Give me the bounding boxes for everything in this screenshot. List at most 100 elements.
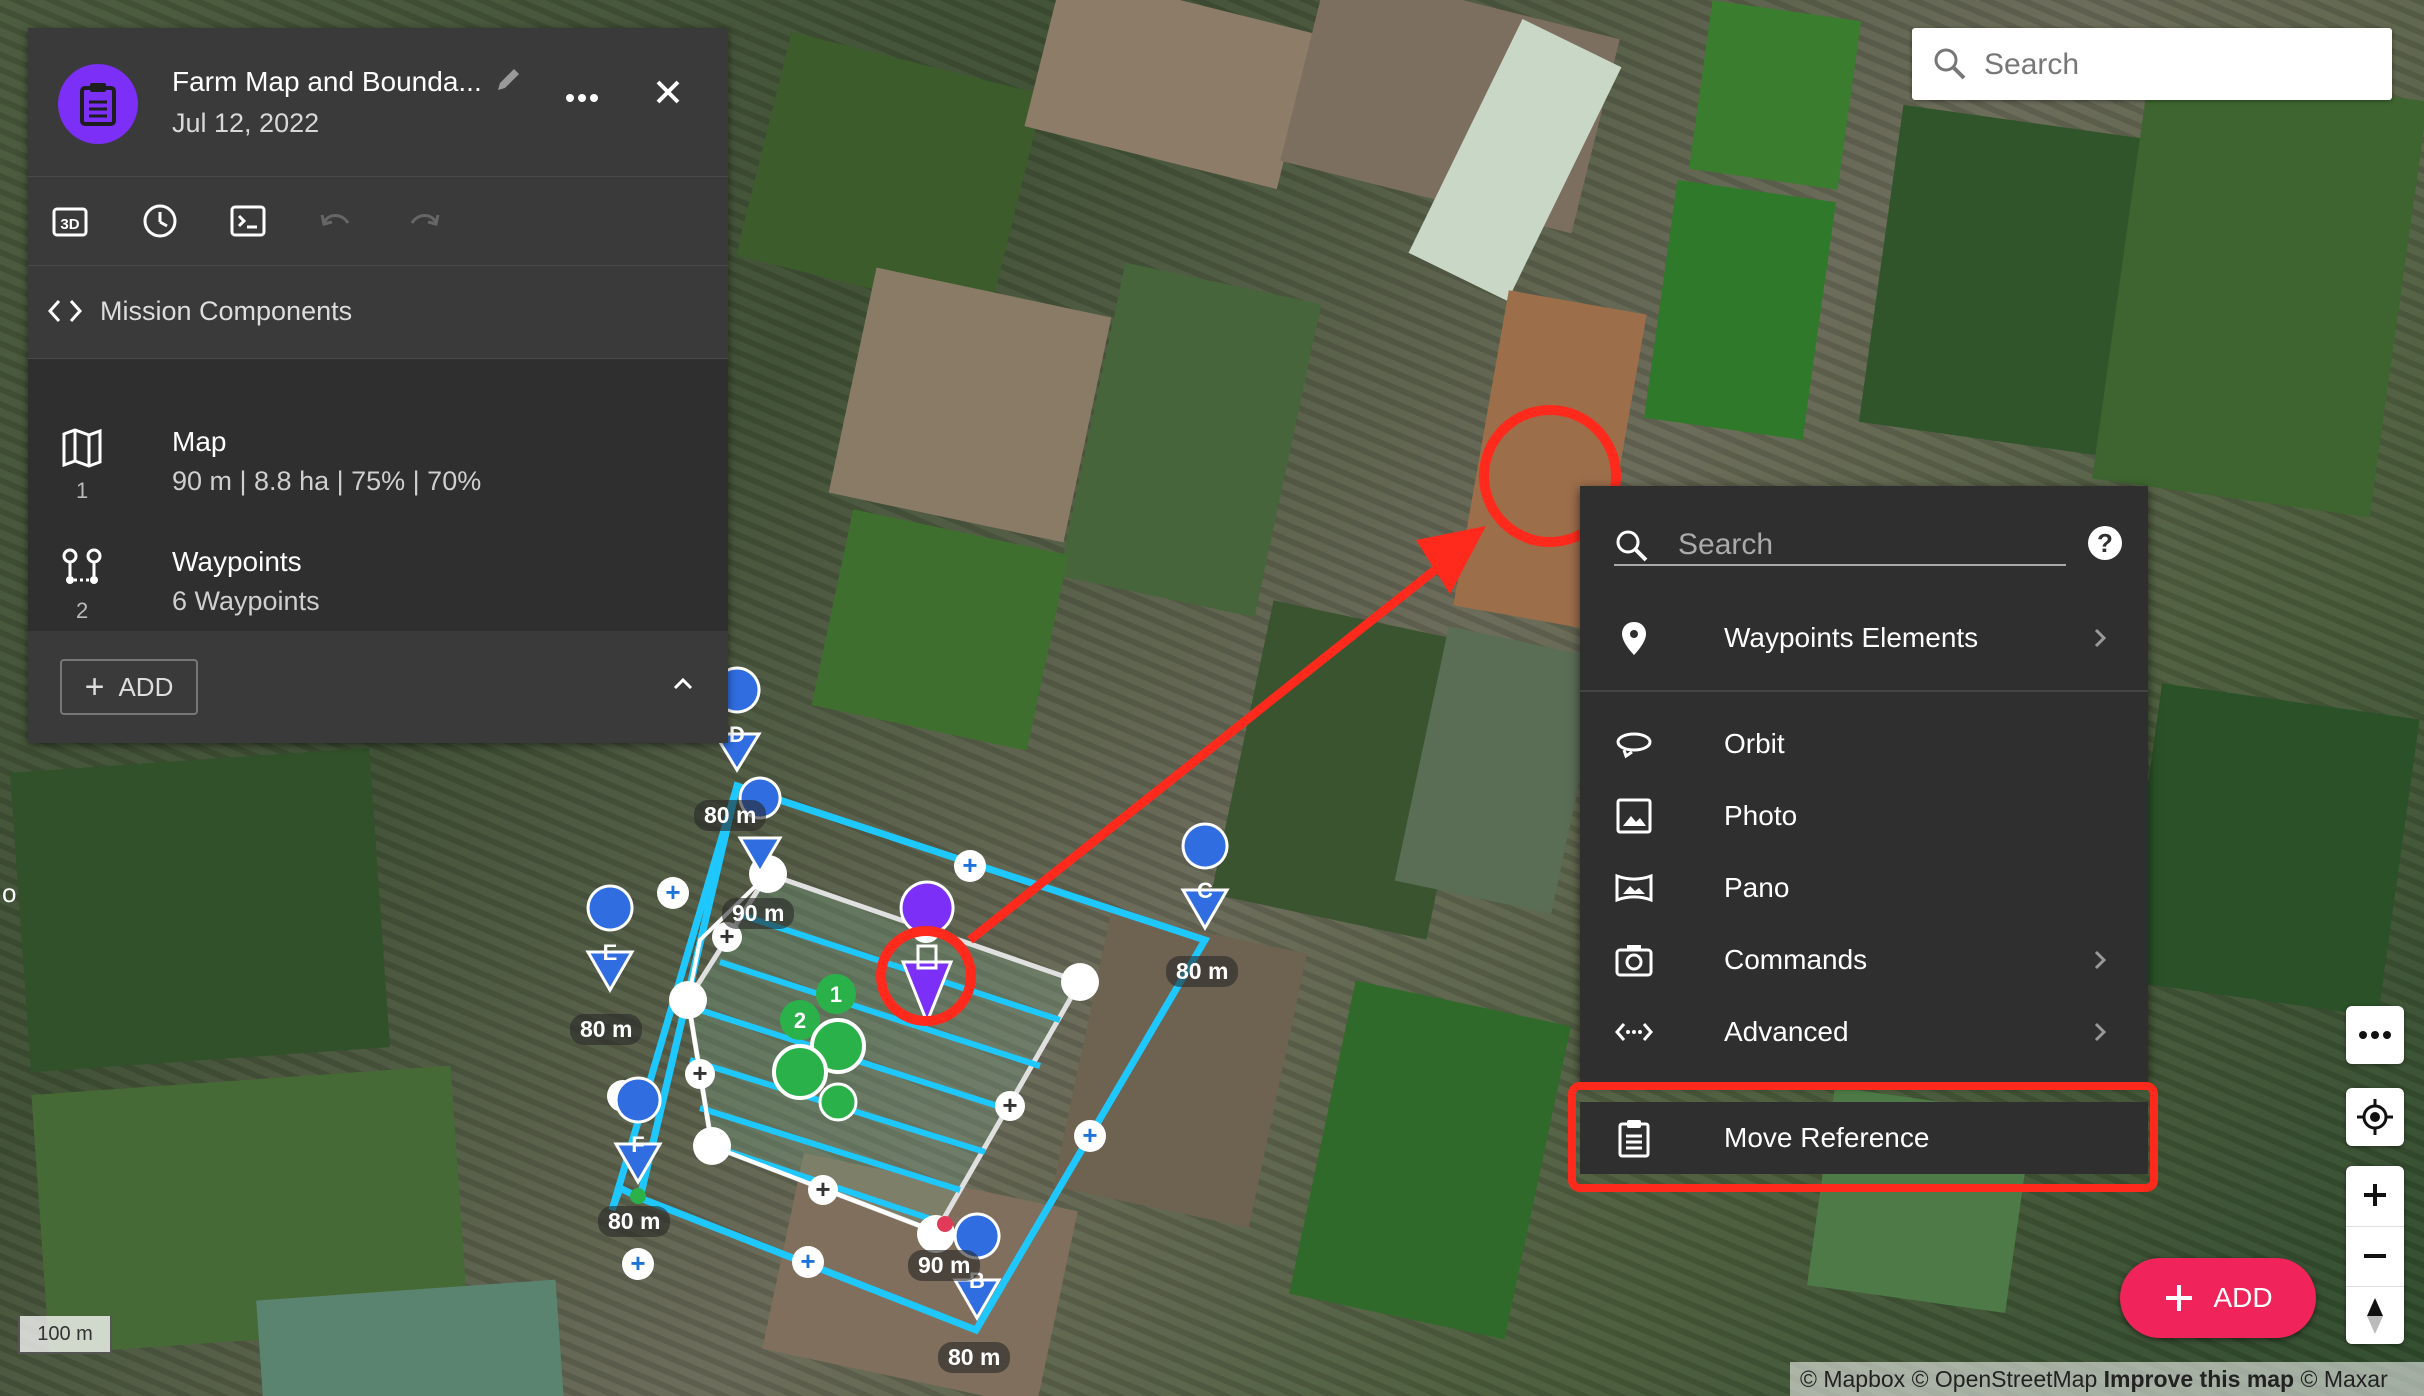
advanced-icon bbox=[1615, 1023, 1653, 1041]
distance-label-c: 80 m bbox=[1166, 956, 1239, 987]
mission-avatar bbox=[58, 64, 138, 144]
attribution-mapbox[interactable]: © Mapbox bbox=[1800, 1366, 1905, 1392]
svg-text:+: + bbox=[815, 1174, 830, 1204]
locate-button[interactable] bbox=[2346, 1088, 2404, 1146]
svg-text:1: 1 bbox=[830, 982, 842, 1007]
chevron-right-icon bbox=[2094, 950, 2107, 970]
pin-icon bbox=[1622, 622, 1646, 655]
mission-toolbar: 3D bbox=[28, 177, 728, 266]
attribution-maxar[interactable]: © Maxar bbox=[2301, 1366, 2388, 1392]
svg-text:+: + bbox=[1082, 1120, 1097, 1150]
svg-text:+: + bbox=[630, 1248, 645, 1278]
plus-icon bbox=[2364, 1184, 2386, 1206]
chevron-right-icon bbox=[2094, 628, 2107, 648]
add-component-label: ADD bbox=[118, 671, 174, 702]
menu-item-label: Commands bbox=[1724, 944, 1868, 975]
component-name: Waypoints bbox=[172, 546, 302, 577]
component-detail: 6 Waypoints bbox=[172, 586, 320, 616]
mission-components-label: Mission Components bbox=[100, 296, 353, 326]
more-options-icon bbox=[2359, 1031, 2391, 1039]
plus-icon bbox=[2166, 1285, 2193, 1311]
add-component-button[interactable]: + ADD bbox=[60, 659, 198, 715]
redo-icon[interactable] bbox=[404, 201, 444, 241]
menu-search-input[interactable]: Search bbox=[1614, 524, 2066, 566]
attribution-improve[interactable]: Improve this map bbox=[2104, 1366, 2294, 1392]
component-detail: 90 m | 8.8 ha | 75% | 70% bbox=[172, 466, 482, 496]
svg-text:+: + bbox=[962, 850, 977, 880]
waypoint-letter-d: D bbox=[729, 722, 745, 747]
menu-item-orbit[interactable]: Orbit bbox=[1580, 708, 2148, 780]
component-index: 2 bbox=[76, 598, 89, 623]
clipboard-icon bbox=[80, 83, 116, 126]
waypoint-letter-c: C bbox=[1197, 878, 1213, 903]
menu-item-waypoints-elements[interactable]: Waypoints Elements bbox=[1580, 602, 2148, 674]
chevron-up-icon[interactable] bbox=[668, 669, 698, 699]
svg-text:+: + bbox=[665, 877, 680, 907]
menu-item-label: Orbit bbox=[1724, 728, 1785, 759]
menu-item-pano[interactable]: Pano bbox=[1580, 852, 2148, 924]
waypoints-icon bbox=[62, 548, 102, 584]
menu-item-label: Pano bbox=[1724, 872, 1790, 903]
map-attribution: © Mapbox © OpenStreetMap Improve this ma… bbox=[1790, 1362, 2424, 1396]
menu-item-label: Waypoints Elements bbox=[1724, 622, 1979, 653]
close-icon[interactable] bbox=[650, 74, 686, 110]
zoom-in-button[interactable] bbox=[2346, 1166, 2404, 1224]
menu-item-label: Photo bbox=[1724, 800, 1798, 831]
add-element-menu: Search ? Waypoints Elements Orbit Photo … bbox=[1580, 486, 2148, 1082]
mission-components-header[interactable]: Mission Components bbox=[28, 266, 728, 359]
search-icon bbox=[1934, 48, 1966, 80]
distance-label-inner-bottom: 90 m bbox=[908, 1250, 981, 1281]
zoom-controls bbox=[2346, 1166, 2404, 1344]
menu-item-commands[interactable]: Commands bbox=[1580, 924, 2148, 996]
mission-date: Jul 12, 2022 bbox=[172, 108, 320, 138]
locate-icon bbox=[2357, 1099, 2393, 1135]
mission-footer: + ADD bbox=[28, 631, 728, 743]
help-icon[interactable]: ? bbox=[2088, 526, 2122, 560]
svg-text:3D: 3D bbox=[60, 216, 79, 233]
distance-label-f: 80 m bbox=[598, 1206, 671, 1237]
compass-icon bbox=[2367, 1298, 2383, 1334]
menu-item-label: Advanced bbox=[1724, 1016, 1849, 1047]
terminal-icon[interactable] bbox=[228, 201, 268, 241]
component-index: 1 bbox=[76, 478, 89, 503]
svg-text:2: 2 bbox=[794, 1008, 806, 1033]
more-options-icon[interactable] bbox=[564, 86, 600, 110]
photo-icon bbox=[1616, 798, 1652, 834]
distance-label-d: 80 m bbox=[694, 800, 767, 831]
distance-label-e: 80 m bbox=[570, 1014, 643, 1045]
map-search-placeholder: Search bbox=[1984, 48, 2080, 81]
component-name: Map bbox=[172, 426, 227, 457]
component-waypoints[interactable]: 2 Waypoints 6 Waypoints bbox=[28, 506, 728, 626]
menu-item-photo[interactable]: Photo bbox=[1580, 780, 2148, 852]
add-fab-button[interactable]: ADD bbox=[2120, 1258, 2316, 1338]
svg-text:+: + bbox=[800, 1246, 815, 1276]
edit-pencil-icon[interactable] bbox=[494, 64, 524, 94]
distance-label-inner-top: 90 m bbox=[722, 898, 795, 929]
orbit-icon bbox=[1616, 732, 1652, 759]
svg-text:+: + bbox=[692, 1058, 707, 1088]
zoom-out-button[interactable] bbox=[2346, 1226, 2404, 1285]
map-icon bbox=[62, 428, 102, 468]
svg-text:+: + bbox=[1002, 1090, 1017, 1120]
distance-label-b: 80 m bbox=[938, 1342, 1011, 1373]
undo-icon[interactable] bbox=[316, 201, 356, 241]
attribution-osm[interactable]: © OpenStreetMap bbox=[1912, 1366, 2098, 1392]
compass-button[interactable] bbox=[2346, 1286, 2404, 1345]
map-more-button[interactable] bbox=[2346, 1006, 2404, 1064]
camera-icon bbox=[1615, 945, 1653, 977]
map-search-bar[interactable]: Search bbox=[1912, 28, 2392, 100]
code-brackets-icon bbox=[47, 299, 83, 323]
chevron-right-icon bbox=[2094, 1022, 2107, 1042]
history-clock-icon[interactable] bbox=[140, 201, 180, 241]
menu-divider bbox=[1580, 690, 2148, 692]
component-map[interactable]: 1 Map 90 m | 8.8 ha | 75% | 70% bbox=[28, 386, 728, 506]
pano-icon bbox=[1615, 873, 1653, 903]
search-icon bbox=[1616, 530, 1648, 562]
edge-label: o bbox=[2, 878, 17, 908]
3d-view-icon[interactable]: 3D bbox=[50, 201, 90, 241]
mission-panel: Farm Map and Bounda... Jul 12, 2022 3D M… bbox=[28, 28, 728, 743]
menu-item-advanced[interactable]: Advanced bbox=[1580, 996, 2148, 1068]
waypoint-letter-f: F bbox=[631, 1132, 644, 1157]
minus-icon bbox=[2364, 1254, 2386, 1258]
mission-title: Farm Map and Bounda... bbox=[172, 66, 482, 97]
